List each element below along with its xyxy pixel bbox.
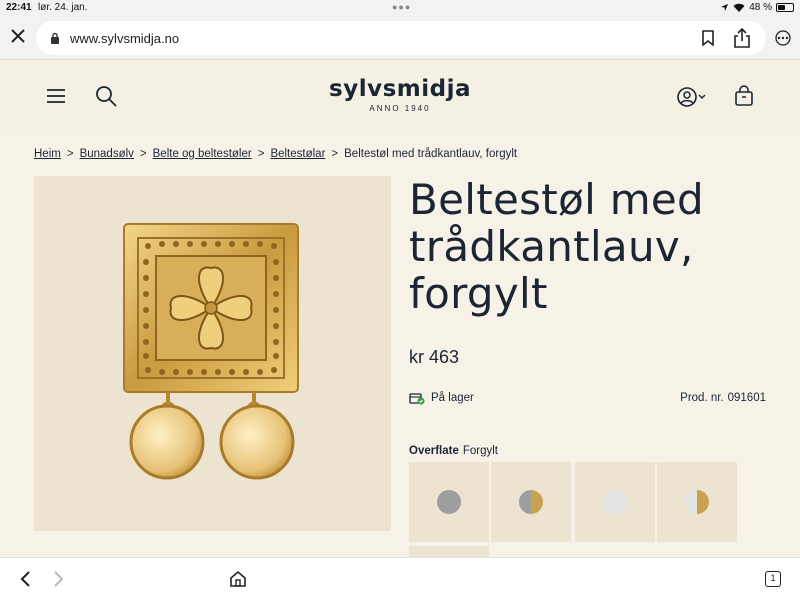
address-field[interactable]: www.sylvsmidja.no — [36, 21, 766, 55]
swatch-color-dot — [437, 490, 461, 514]
product-title: Beltestøl med trådkantlauv, forgylt — [409, 175, 705, 319]
status-time: 22:41 — [6, 2, 32, 13]
battery-percent: 48 % — [749, 2, 772, 13]
forward-arrow-icon[interactable] — [52, 570, 66, 588]
back-arrow-icon[interactable] — [18, 570, 32, 588]
wifi-icon — [733, 3, 745, 12]
search-icon[interactable] — [94, 84, 118, 108]
swatch-color-dot — [603, 490, 627, 514]
browser-url-bar: www.sylvsmidja.no — [0, 16, 800, 60]
browser-toolbar: 1 — [0, 557, 800, 600]
site-header: sylvsmidja ANNO 1940 — [0, 60, 800, 134]
stock-status: På lager — [409, 391, 474, 405]
swatch-color-dot — [519, 490, 543, 514]
share-icon[interactable] — [733, 27, 751, 49]
breadcrumb-link[interactable]: Beltestølar — [270, 148, 325, 160]
breadcrumb-link[interactable]: Belte og beltestøler — [153, 148, 252, 160]
breadcrumb-separator: > — [139, 148, 147, 160]
bookmark-icon[interactable] — [701, 30, 715, 46]
breadcrumb: Heim > Bunadsølv > Belte og beltestøler > Belt… — [34, 148, 517, 160]
in-stock-icon — [409, 393, 425, 405]
status-date: lør. 24. jan. — [38, 2, 88, 13]
site-logo[interactable]: sylvsmidja ANNO 1940 — [300, 76, 500, 113]
product-number-label: Prod. nr. — [680, 392, 724, 404]
status-right: 48 % — [720, 2, 794, 13]
account-icon[interactable] — [676, 86, 708, 108]
close-icon[interactable] — [10, 28, 26, 44]
surface-swatches — [409, 462, 739, 558]
surface-value: Forgylt — [462, 445, 499, 457]
breadcrumb-current: Beltestøl med trådkantlauv, forgylt — [344, 148, 518, 160]
surface-label: Overflate — [409, 445, 459, 457]
tab-count-button[interactable]: 1 — [765, 571, 781, 587]
stock-status-text: På lager — [431, 392, 474, 404]
battery-fill — [778, 5, 785, 10]
swatch-silver-gold[interactable] — [491, 462, 571, 542]
product-price: kr 463 — [409, 347, 460, 367]
more-options-icon[interactable] — [774, 30, 792, 46]
swatch-color-dot — [685, 490, 709, 514]
belt-buckle-image — [123, 223, 299, 480]
swatch-white-gold[interactable] — [657, 462, 737, 542]
home-icon[interactable] — [229, 570, 247, 588]
url-text[interactable]: www.sylvsmidja.no — [70, 31, 179, 46]
breadcrumb-separator: > — [257, 148, 265, 160]
product-number-value: 091601 — [727, 392, 766, 404]
product-image[interactable] — [34, 176, 391, 531]
surface-option: Overflate Forgylt — [409, 445, 498, 457]
battery-icon — [776, 3, 794, 12]
status-bar: 22:41 lør. 24. jan. ●●● 48 % — [0, 0, 800, 16]
breadcrumb-separator: > — [331, 148, 339, 160]
multitasking-dots-icon[interactable]: ●●● — [392, 2, 411, 12]
swatch-silver[interactable] — [409, 462, 489, 542]
breadcrumb-link[interactable]: Heim — [34, 148, 61, 160]
shopping-bag-icon[interactable] — [733, 85, 755, 107]
swatch-white-silver[interactable] — [575, 462, 655, 542]
lock-icon — [51, 32, 59, 44]
breadcrumb-separator: > — [66, 148, 74, 160]
logo-tagline: ANNO 1940 — [369, 104, 431, 113]
hamburger-menu-icon[interactable] — [46, 88, 66, 104]
location-icon — [721, 3, 729, 12]
breadcrumb-link[interactable]: Bunadsølv — [80, 148, 134, 160]
product-number: Prod. nr. 091601 — [680, 392, 766, 404]
logo-brand: sylvsmidja — [329, 76, 471, 102]
